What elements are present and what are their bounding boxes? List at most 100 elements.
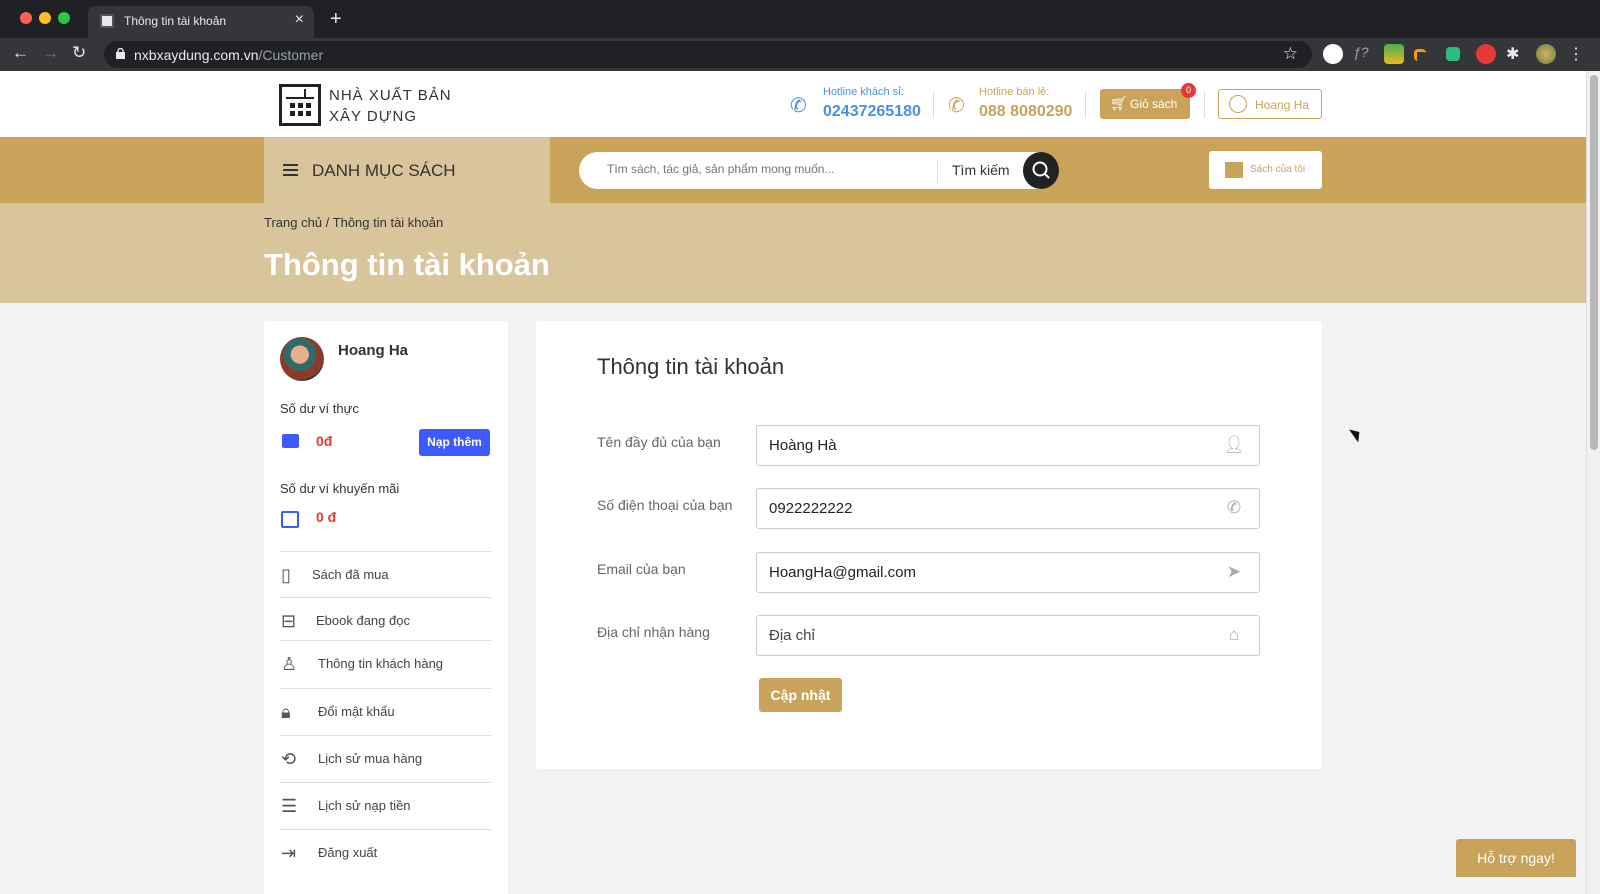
publisher-logo-text[interactable]: NHÀ XUẤT BẢN XÂY DỰNG: [329, 85, 452, 127]
sidebar-item-topup-history[interactable]: ☰ Lịch sử nạp tiền: [280, 782, 491, 828]
hotline-wholesale-number[interactable]: 02437265180: [823, 103, 921, 121]
sidebar-item-label: Sách đã mua: [312, 567, 389, 582]
sidebar-item-ebook-reading[interactable]: ⊟ Ebook đang đọc: [280, 597, 491, 643]
address-field: ⌂: [756, 615, 1260, 656]
tab-strip: Thông tin tài khoản × +: [0, 0, 1600, 38]
hamburger-icon: [283, 164, 298, 177]
main-navbar: DANH MỤC SÁCH Tìm kiếm Sách của tôi: [0, 137, 1586, 203]
my-books-button[interactable]: Sách của tôi: [1209, 151, 1322, 189]
fullname-label: Tên đầy đủ của bạn: [597, 434, 721, 450]
url-text: nxbxaydung.com.vn/Customer: [134, 47, 323, 63]
page-title: Thông tin tài khoản: [264, 247, 550, 282]
real-wallet-balance: 0đ: [316, 433, 333, 449]
sidebar-item-label: Đổi mật khẩu: [318, 704, 395, 719]
browser-menu-icon[interactable]: ⋮: [1568, 44, 1588, 64]
window-minimize-button[interactable]: [39, 12, 51, 24]
extensions-puzzle-icon[interactable]: ✱: [1506, 44, 1526, 64]
update-button[interactable]: Cập nhật: [759, 678, 842, 712]
user-circle-icon: [1229, 95, 1247, 113]
account-name: Hoang Ha: [1255, 98, 1310, 112]
logo-line-2: XÂY DỰNG: [329, 108, 418, 125]
lock-icon: [116, 48, 125, 59]
sidebar-item-purchased-books[interactable]: ▯ Sách đã mua: [280, 551, 491, 597]
pinterest-extension-icon[interactable]: [1323, 44, 1343, 64]
tab-close-icon[interactable]: ×: [295, 11, 304, 29]
bookmark-star-icon[interactable]: ☆: [1283, 44, 1298, 64]
user-icon: ♙: [281, 654, 298, 674]
address-label: Địa chỉ nhận hàng: [597, 624, 710, 640]
back-icon[interactable]: ←: [12, 43, 29, 63]
publisher-logo-icon[interactable]: [279, 84, 321, 126]
page-scrollbar[interactable]: [1586, 71, 1600, 894]
sidebar-item-label: Thông tin khách hàng: [318, 656, 444, 671]
search-divider: [937, 159, 938, 183]
site-favicon-icon: [100, 14, 114, 28]
phone-input[interactable]: [769, 500, 1209, 517]
gift-icon: [281, 511, 299, 528]
email-label: Email của bạn: [597, 561, 686, 577]
fullname-field: 👤︎: [756, 425, 1260, 466]
new-tab-button[interactable]: +: [330, 8, 342, 31]
cart-button[interactable]: 🛒︎ Giỏ sách: [1100, 89, 1190, 119]
sidebar-item-change-password[interactable]: 🔒︎ Đổi mật khẩu: [280, 688, 491, 734]
tab-title: Thông tin tài khoản: [124, 14, 227, 28]
header-divider: [1085, 92, 1086, 118]
hotline-wholesale-label: Hotline khách sỉ:: [823, 86, 904, 98]
url-path: /Customer: [258, 47, 324, 63]
reload-icon[interactable]: ↻: [72, 43, 86, 63]
account-button[interactable]: Hoang Ha: [1218, 89, 1322, 119]
home-icon: ⌂: [1228, 625, 1240, 644]
green-extension-icon[interactable]: [1446, 47, 1460, 61]
sidebar-item-logout[interactable]: ⇥ Đăng xuất: [280, 829, 491, 875]
open-book-icon: ⊟: [281, 611, 297, 631]
formula-extension-icon[interactable]: ƒ?: [1353, 44, 1373, 64]
hotline-retail-number[interactable]: 088 8080290: [979, 103, 1072, 121]
book-category-menu[interactable]: DANH MỤC SÁCH: [264, 137, 550, 203]
search-input[interactable]: [607, 162, 907, 176]
send-icon: ➤: [1226, 562, 1242, 581]
sidebar-item-label: Đăng xuất: [318, 845, 378, 860]
wallet-icon: [282, 434, 299, 448]
sidebar-item-customer-info[interactable]: ♙ Thông tin khách hàng: [280, 640, 491, 686]
window-maximize-button[interactable]: [58, 12, 70, 24]
page-banner: Trang chủ / Thông tin tài khoản Thông ti…: [0, 203, 1586, 303]
site-header: NHÀ XUẤT BẢN XÂY DỰNG ✆ Hotline khách sỉ…: [0, 71, 1586, 137]
phone-label: Số điện thoại của bạn: [597, 497, 733, 513]
ruler-extension-icon[interactable]: [1414, 49, 1426, 61]
real-wallet-label: Số dư ví thực: [280, 401, 359, 416]
sidebar-item-order-history[interactable]: ⟲ Lịch sử mua hàng: [280, 735, 491, 781]
hotline-retail-label: Hotline bán lẻ:: [979, 86, 1050, 98]
logo-line-1: NHÀ XUẤT BẢN: [329, 87, 452, 104]
address-input[interactable]: [769, 627, 1209, 644]
form-title: Thông tin tài khoản: [597, 354, 785, 379]
breadcrumb[interactable]: Trang chủ / Thông tin tài khoản: [264, 215, 443, 230]
email-input[interactable]: [769, 564, 1209, 581]
search-button[interactable]: [1023, 152, 1059, 189]
email-field: ➤: [756, 552, 1260, 593]
cart-icon: 🛒︎: [1110, 95, 1128, 111]
account-info-card: Thông tin tài khoản Tên đầy đủ của bạn 👤…: [536, 321, 1322, 769]
browser-tab[interactable]: Thông tin tài khoản ×: [88, 6, 314, 38]
add-user-icon: 👤︎: [1223, 435, 1245, 454]
history-icon: ⟲: [281, 749, 297, 769]
red-extension-icon[interactable]: [1476, 44, 1496, 64]
phone-field: ✆: [756, 488, 1260, 529]
search-label[interactable]: Tìm kiếm: [952, 162, 1010, 178]
scrollbar-thumb[interactable]: [1590, 75, 1598, 450]
address-bar[interactable]: nxbxaydung.com.vn/Customer ☆: [104, 41, 1312, 68]
web-page: NHÀ XUẤT BẢN XÂY DỰNG ✆ Hotline khách sỉ…: [0, 71, 1586, 894]
forward-icon[interactable]: →: [42, 43, 59, 63]
profile-avatar-icon[interactable]: [1536, 44, 1556, 64]
support-chat-button[interactable]: Hỗ trợ ngay!: [1456, 839, 1576, 877]
promo-wallet-label: Số dư ví khuyến mãi: [280, 481, 400, 496]
window-close-button[interactable]: [20, 12, 32, 24]
sidebar-item-label: Lịch sử mua hàng: [318, 751, 423, 766]
url-domain: nxbxaydung.com.vn: [134, 47, 259, 63]
lock-icon: 🔒︎: [281, 702, 291, 722]
top-up-button[interactable]: Nạp thêm: [419, 429, 490, 456]
layers-extension-icon[interactable]: [1384, 44, 1404, 64]
promo-wallet-balance: 0 đ: [316, 509, 337, 525]
avatar: [280, 337, 324, 381]
search-bar: Tìm kiếm: [579, 152, 1059, 189]
fullname-input[interactable]: [769, 437, 1209, 454]
